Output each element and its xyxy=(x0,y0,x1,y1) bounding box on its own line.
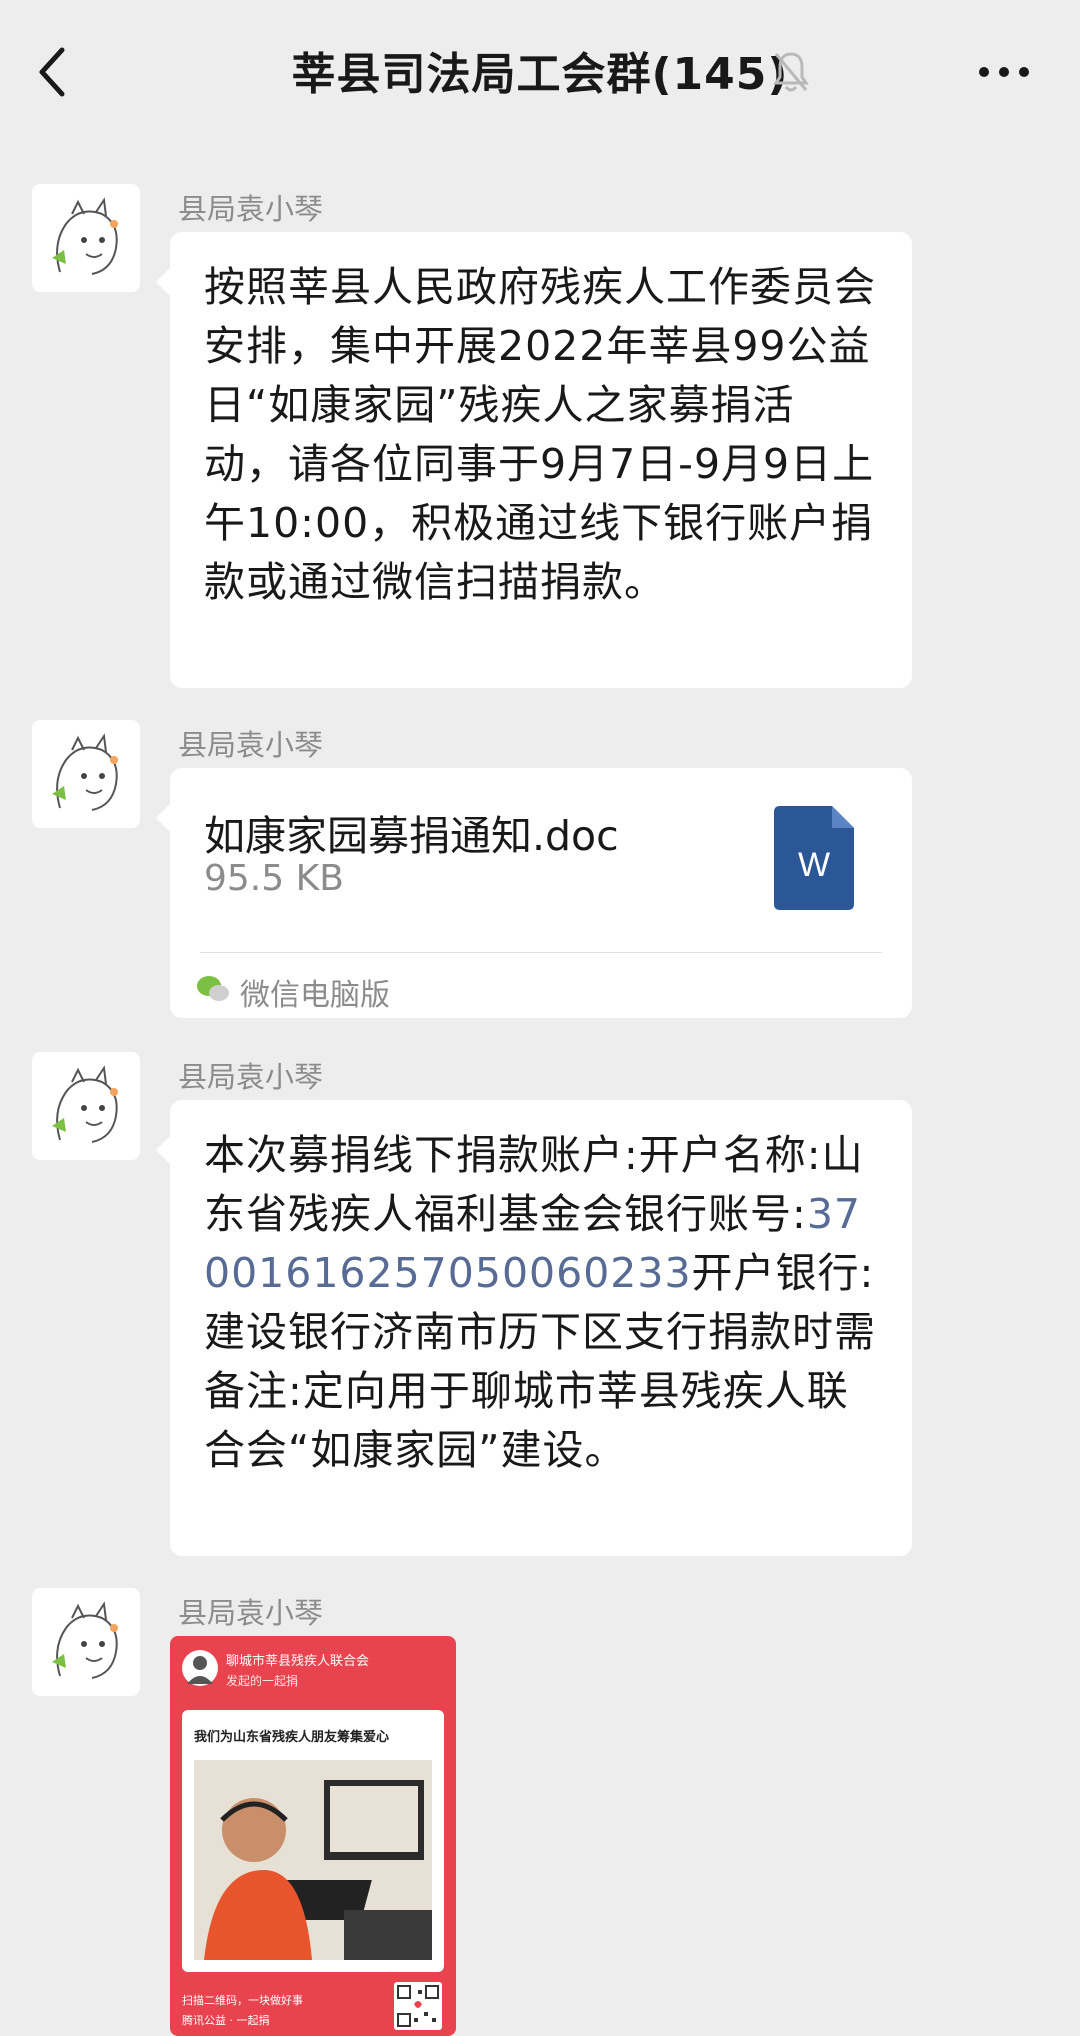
qr-code xyxy=(394,1982,442,2030)
avatar[interactable] xyxy=(32,1052,140,1160)
cartoon-avatar-icon xyxy=(52,197,118,275)
file-name: 如康家园募捐通知.doc xyxy=(204,812,619,860)
avatar[interactable] xyxy=(32,1588,140,1696)
more-dots-icon[interactable] xyxy=(976,58,1032,86)
poster-org-name: 聊城市莘县残疾人联合会 xyxy=(226,1654,370,1669)
word-document-icon: W xyxy=(774,806,854,910)
file-message-card[interactable]: 如康家园募捐通知.doc 95.5 KB W 微信电脑版 xyxy=(156,768,912,1018)
wechat-icon xyxy=(197,976,229,1001)
avatar[interactable] xyxy=(32,720,140,828)
sender-name: 县局袁小琴 xyxy=(178,728,324,762)
text-message-bubble[interactable]: 按照莘县人民政府残疾人工作委员会安排，集中开展2022年莘县99公益日“如康家园… xyxy=(156,232,912,688)
divider xyxy=(200,952,882,953)
message-text: 按照莘县人民政府残疾人工作委员会安排，集中开展2022年莘县99公益日“如康家园… xyxy=(204,263,876,606)
cartoon-avatar-icon xyxy=(52,733,118,811)
file-type-label: W xyxy=(798,846,830,884)
file-size: 95.5 KB xyxy=(204,858,344,899)
cartoon-avatar-icon xyxy=(52,1065,118,1143)
text-message-bubble[interactable]: 本次募捐线下捐款账户:开户名称:山东省残疾人福利基金会银行账号:37001616… xyxy=(156,1100,912,1556)
poster-subtitle: 发起的一起捐 xyxy=(226,1674,299,1688)
chat-title: 莘县司法局工会群(145) xyxy=(291,49,789,100)
qr-code-icon xyxy=(397,1985,439,2027)
sender-name: 县局袁小琴 xyxy=(178,192,324,226)
poster-photo xyxy=(194,1760,432,1960)
message-text: 本次募捐线下捐款账户:开户名称:山东省残疾人福利基金会银行账号: xyxy=(204,1131,864,1238)
poster-footer-text: 扫描二维码，一块做好事 xyxy=(182,1994,303,2007)
poster-card: 我们为山东省残疾人朋友筹集爱心 xyxy=(182,1710,444,1972)
bell-off-icon xyxy=(773,52,809,92)
image-message-poster[interactable]: 聊城市莘县残疾人联合会 发起的一起捐 我们为山东省残疾人朋友筹集爱心 扫描二维码… xyxy=(170,1636,456,2036)
sender-name: 县局袁小琴 xyxy=(178,1060,324,1094)
poster-footer-brand: 腾讯公益 · 一起捐 xyxy=(182,2014,270,2027)
avatar[interactable] xyxy=(32,184,140,292)
poster-slogan: 我们为山东省残疾人朋友筹集爱心 xyxy=(194,1730,390,1745)
cartoon-avatar-icon xyxy=(52,1601,118,1679)
poster-avatar xyxy=(182,1650,218,1686)
sender-name: 县局袁小琴 xyxy=(178,1596,324,1630)
person-icon xyxy=(187,1656,213,1684)
file-source-label: 微信电脑版 xyxy=(240,978,390,1013)
chat-header: 莘县司法局工会群(145) xyxy=(0,0,1080,140)
